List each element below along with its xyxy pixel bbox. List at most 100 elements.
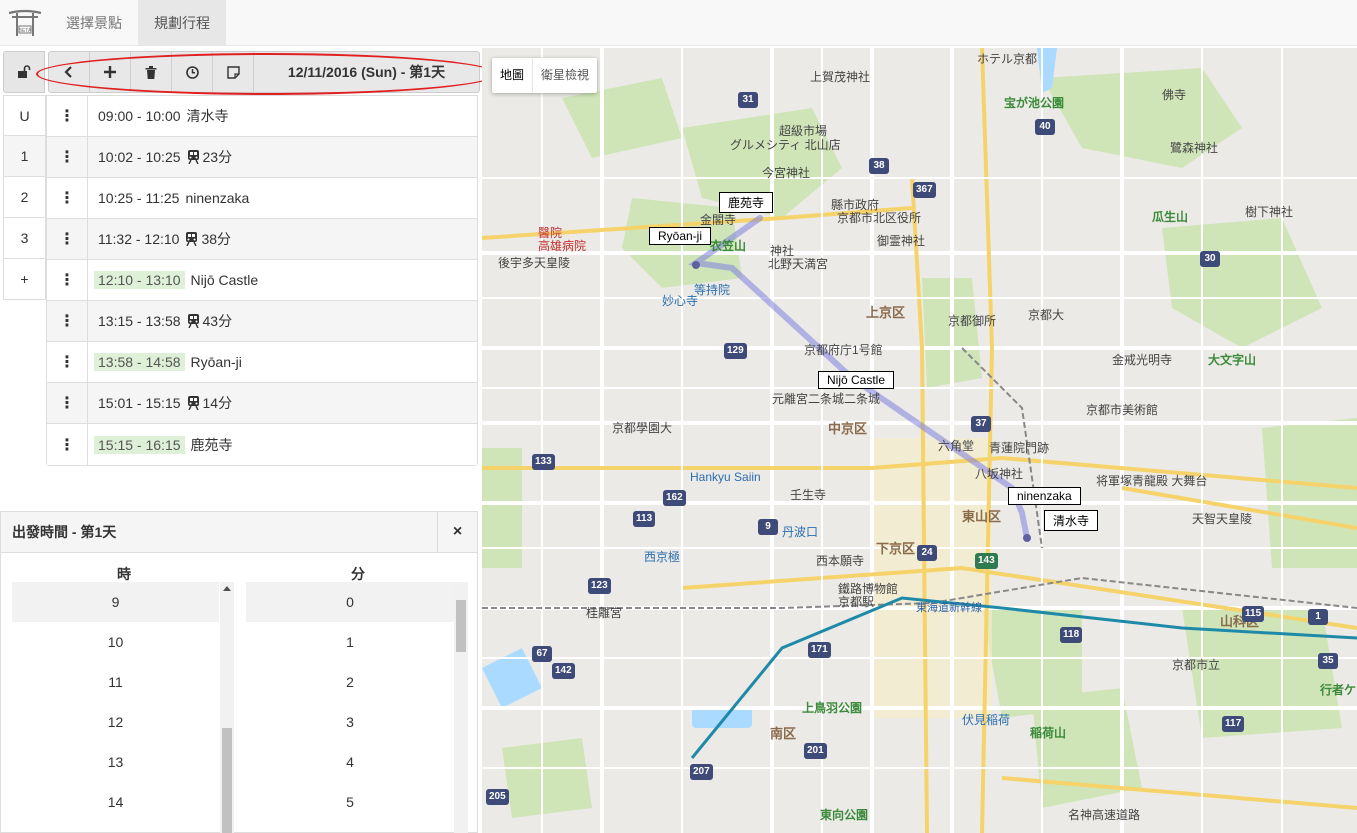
map-view[interactable]: 地圖 衛星檢視 鹿苑寺 Ryōan-ji Nijō Castle ninenza… [482, 48, 1357, 833]
schedule-place-row[interactable]: ⋮ 10:25 - 11:25 ninenzaka [47, 177, 477, 219]
previous-day-button[interactable] [49, 52, 90, 92]
row-menu-button[interactable]: ⋮ [47, 259, 88, 301]
schedule-transit-row[interactable]: ⋮ 10:02 - 10:25 23分 [47, 136, 477, 178]
road-shield: 24 [917, 545, 937, 561]
hour-scroll-thumb[interactable] [222, 728, 232, 833]
hour-option[interactable]: 14 [12, 782, 219, 822]
map-type-roadmap-button[interactable]: 地圖 [492, 58, 532, 93]
scroll-up-arrow-icon[interactable] [223, 586, 231, 591]
map-label: 瓜生山 [1152, 210, 1189, 224]
map-type-control: 地圖 衛星檢視 [492, 58, 598, 93]
hour-option[interactable]: 9 [12, 582, 219, 622]
map-label: ホテル京都 [977, 52, 1038, 66]
torii-logo-icon: BETA [8, 9, 42, 36]
tab-select-spots[interactable]: 選擇景點 [50, 0, 138, 46]
map-label: 伏見稲荷 [962, 713, 1011, 727]
add-day-tab[interactable]: + [3, 259, 46, 300]
row-menu-button[interactable]: ⋮ [47, 341, 88, 383]
train-icon [187, 396, 199, 410]
map-marker-ninenzaka[interactable]: ninenzaka [1008, 487, 1081, 505]
add-day-button[interactable] [90, 52, 131, 92]
map-label: 大文字山 [1208, 353, 1257, 367]
map-label: 下京区 [876, 541, 916, 556]
day-tab-1[interactable]: 1 [3, 136, 46, 177]
schedule-place-row[interactable]: ⋮ 09:00 - 10:00 清水寺 [47, 95, 477, 137]
map-label: 八坂神社 [975, 467, 1024, 481]
vertical-ellipsis-icon: ⋮ [59, 108, 75, 125]
map-marker-kinkakuji[interactable]: 鹿苑寺 [719, 192, 774, 213]
tab-plan-itinerary[interactable]: 規劃行程 [138, 0, 226, 46]
day-tab-3[interactable]: 3 [3, 218, 46, 259]
map-marker-nijo-castle[interactable]: Nijō Castle [818, 371, 895, 389]
minute-option[interactable]: 2 [246, 662, 454, 702]
row-menu-button[interactable]: ⋮ [47, 300, 88, 342]
road-shield: 367 [913, 182, 936, 198]
road-shield: 1 [1308, 609, 1328, 625]
map-label: 東海道新幹線 [916, 602, 982, 614]
unlock-icon [18, 65, 31, 78]
schedule-place-row[interactable]: ⋮ 12:10 - 13:10 Nijō Castle [47, 259, 477, 301]
row-menu-button[interactable]: ⋮ [47, 382, 88, 424]
hour-scrollbar[interactable] [220, 582, 234, 833]
day-date-label: 12/11/2016 (Sun) - 第1天 [287, 64, 446, 80]
row-menu-button[interactable]: ⋮ [47, 424, 88, 465]
hour-option[interactable]: 13 [12, 742, 219, 782]
day-tab-2[interactable]: 2 [3, 177, 46, 218]
minute-scrollbar[interactable] [454, 582, 468, 833]
map-label: 樹下神社 [1245, 205, 1294, 219]
map-label: 壬生寺 [790, 488, 827, 502]
itinerary-panel: 12/11/2016 (Sun) - 第1天 U 1 2 3 + ⋮ 09:00 … [0, 48, 498, 833]
minute-option[interactable]: 0 [246, 582, 454, 622]
departure-time-button[interactable] [172, 52, 213, 92]
minute-picker[interactable]: 012345 [246, 582, 454, 833]
map-label: 金閣寺 [700, 213, 737, 227]
map-marker-ryoanji[interactable]: Ryōan-ji [649, 227, 712, 245]
row-time: 15:01 - 15:15 [98, 395, 181, 411]
logo[interactable]: BETA [0, 0, 50, 46]
schedule-transit-row[interactable]: ⋮ 11:32 - 12:10 38分 [47, 218, 477, 260]
lock-button[interactable] [3, 51, 45, 93]
itinerary-toolbar: 12/11/2016 (Sun) - 第1天 [3, 51, 480, 93]
delete-day-button[interactable] [131, 52, 172, 92]
row-menu-button[interactable]: ⋮ [47, 136, 88, 178]
schedule-place-row[interactable]: ⋮ 13:58 - 14:58 Ryōan-ji [47, 341, 477, 383]
schedule-transit-row[interactable]: ⋮ 13:15 - 13:58 43分 [47, 300, 477, 342]
note-button[interactable] [213, 52, 254, 92]
row-menu-button[interactable]: ⋮ [47, 218, 88, 260]
map-label: 元離宮二条城 [772, 392, 845, 406]
map-label: 稲荷山 [1030, 726, 1067, 740]
hour-option[interactable]: 10 [12, 622, 219, 662]
map-label: 桂離宮 [586, 606, 623, 620]
map-label: 後宇多天皇陵 [498, 256, 571, 270]
map-label: 京都市美術館 [1086, 403, 1159, 417]
schedule-transit-row[interactable]: ⋮ 15:01 - 15:15 14分 [47, 382, 477, 424]
row-time: 13:15 - 13:58 [98, 313, 181, 329]
row-menu-button[interactable]: ⋮ [47, 177, 88, 219]
minute-option[interactable]: 4 [246, 742, 454, 782]
day-toolbar-group: 12/11/2016 (Sun) - 第1天 [48, 51, 480, 93]
schedule-place-row[interactable]: ⋮ 15:15 - 16:15 鹿苑寺 [47, 424, 477, 465]
hour-option[interactable]: 12 [12, 702, 219, 742]
clock-icon [185, 65, 199, 79]
map-label: グルメシティ 北山店 [730, 138, 841, 152]
day-tab-unassigned[interactable]: U [3, 95, 46, 136]
minute-scroll-thumb[interactable] [456, 600, 466, 652]
road-shield: 38 [869, 158, 889, 174]
row-content: 09:00 - 10:00 清水寺 [88, 106, 229, 126]
minute-option[interactable]: 3 [246, 702, 454, 742]
close-button[interactable]: × [437, 512, 477, 552]
hour-picker[interactable]: 9 10 11 12 13 14 [12, 582, 219, 833]
minute-option[interactable]: 1 [246, 622, 454, 662]
close-icon: × [452, 523, 463, 540]
row-menu-button[interactable]: ⋮ [47, 95, 88, 137]
map-marker-kiyomizudera[interactable]: 清水寺 [1044, 510, 1099, 531]
hour-option[interactable]: 11 [12, 662, 219, 702]
map-label: 天智天皇陵 [1192, 512, 1253, 526]
road-shield: 37 [971, 416, 991, 432]
plus-icon [104, 66, 116, 78]
map-label: 京都府庁1号館 [804, 343, 883, 357]
road-shield: 143 [975, 553, 998, 569]
map-type-satellite-button[interactable]: 衛星檢視 [532, 58, 597, 93]
map-label: 京都大 [1028, 308, 1065, 322]
minute-option[interactable]: 5 [246, 782, 454, 822]
